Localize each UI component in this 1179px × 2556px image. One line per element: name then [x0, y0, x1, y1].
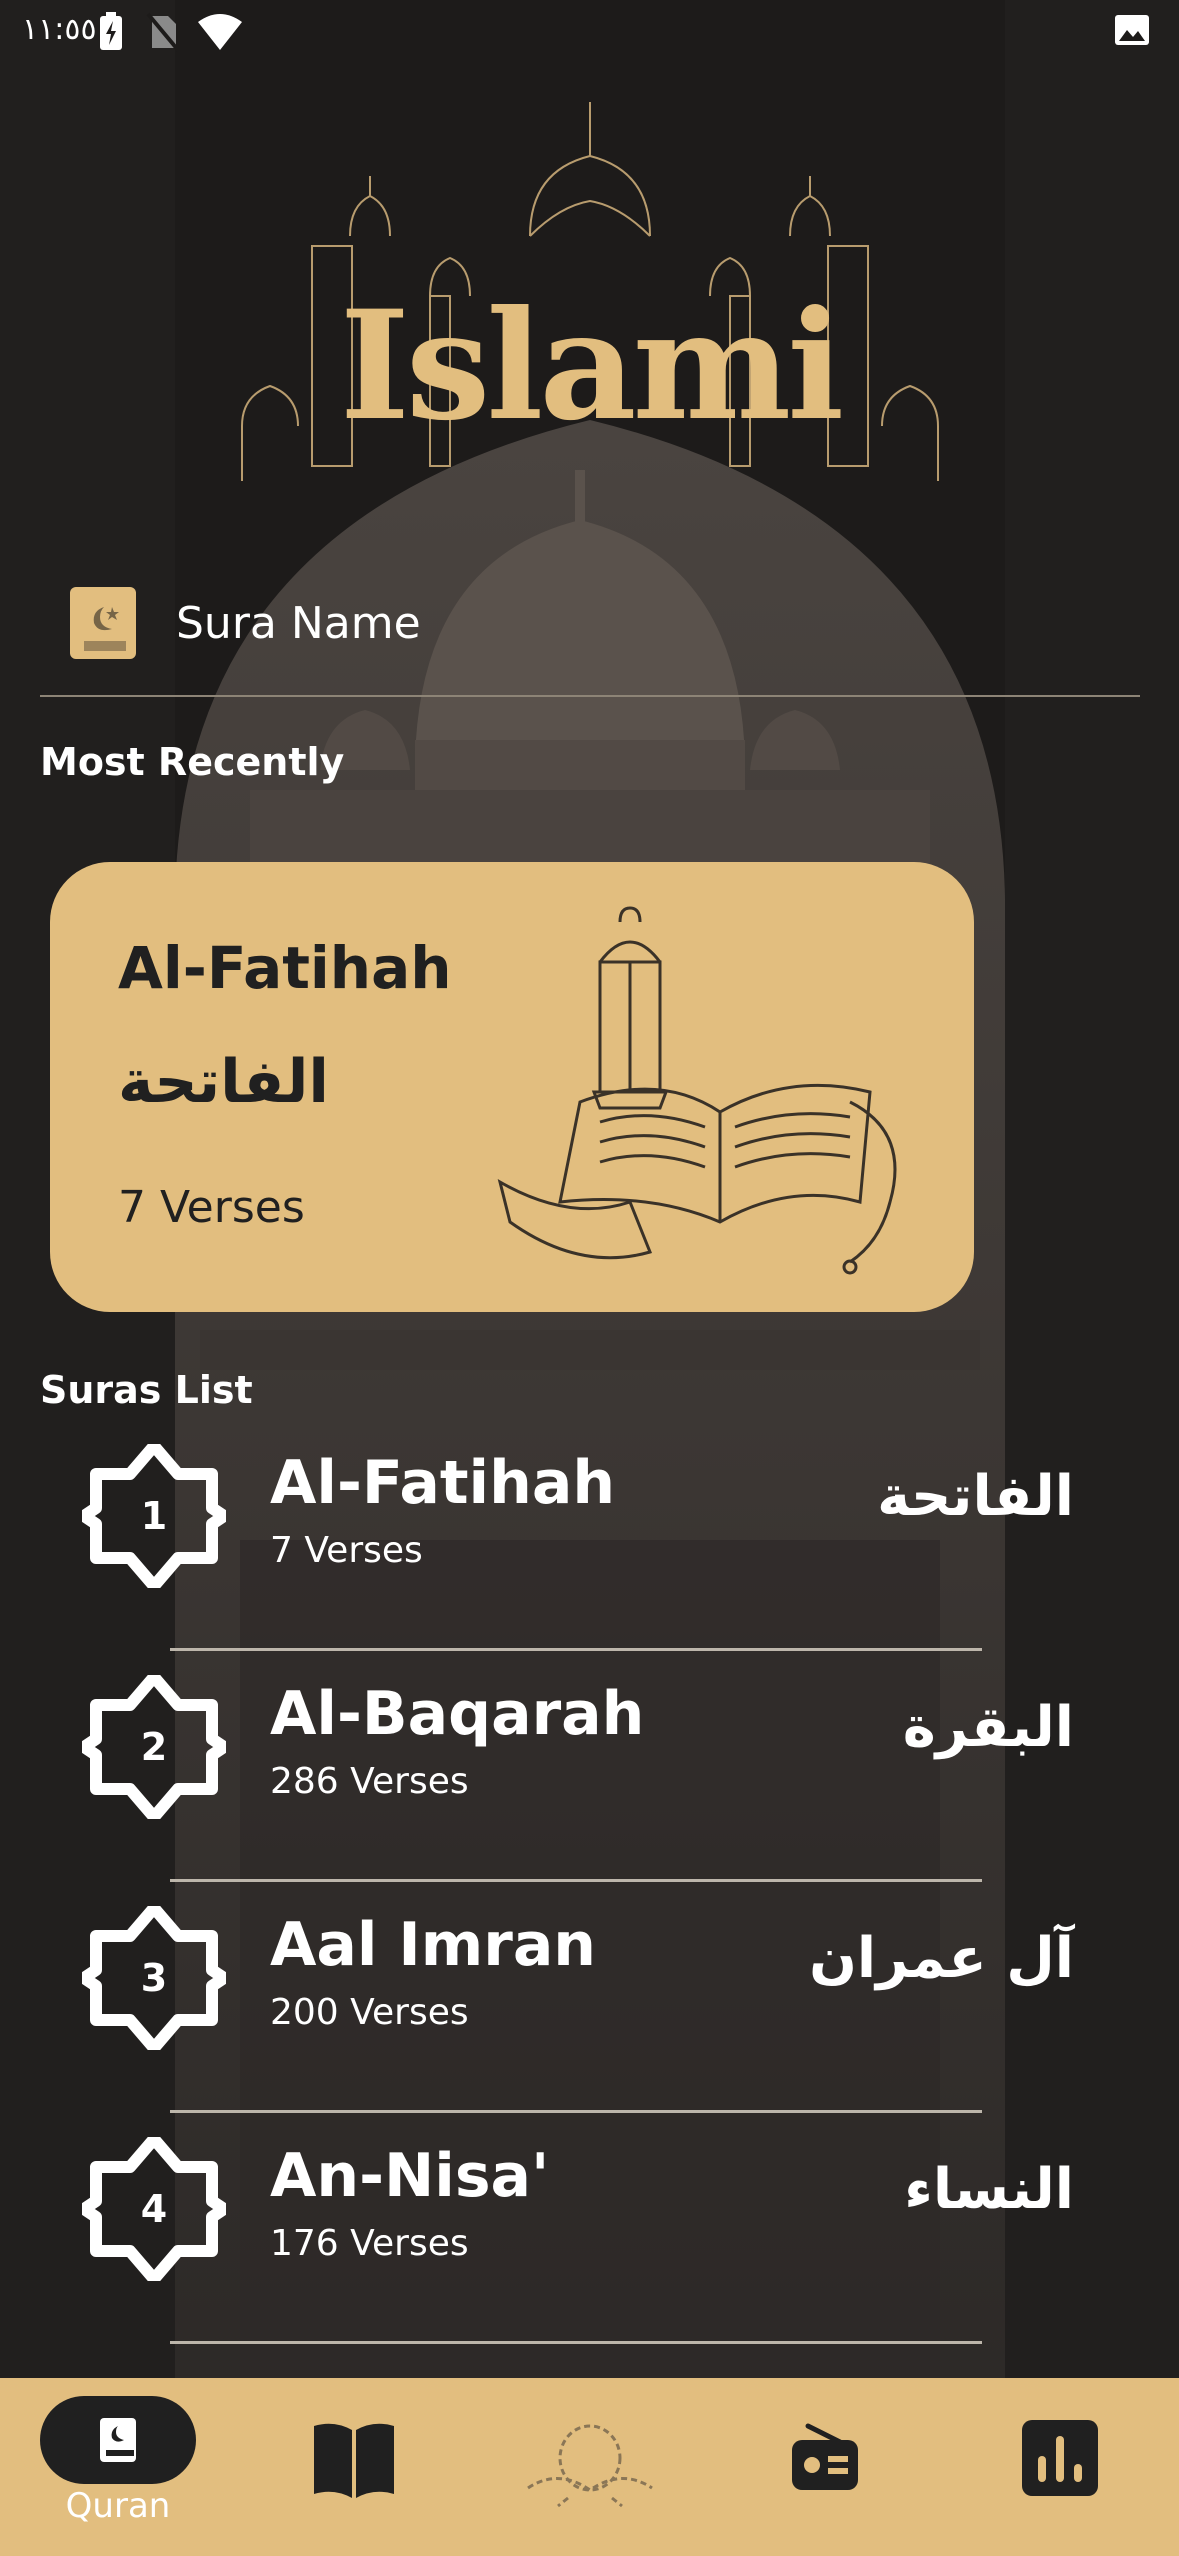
- sura-list-item[interactable]: 2 Al-Baqarah 286 Verses البقرة: [0, 1651, 1179, 1883]
- divider: [170, 2341, 982, 2344]
- recent-sura-name-en: Al-Fatihah: [118, 934, 452, 1002]
- quran-icon: [100, 2418, 136, 2462]
- book-icon: [314, 2423, 394, 2498]
- no-sim-icon: [146, 12, 180, 52]
- image-notification-icon: [1115, 15, 1149, 45]
- stats-icon: [1022, 2420, 1098, 2496]
- sura-list-item[interactable]: 3 Aal Imran 200 Verses آل عمران: [0, 1882, 1179, 2114]
- sura-name-en: Al-Fatihah: [270, 1448, 616, 1518]
- sura-number: 2: [140, 1725, 168, 1769]
- sebha-icon: [527, 2424, 653, 2508]
- suras-list-title: Suras List: [40, 1368, 253, 1412]
- sura-verses: 7 Verses: [270, 1530, 423, 1571]
- nav-item-time[interactable]: [944, 2378, 1179, 2556]
- battery-charging-icon: [100, 12, 122, 50]
- status-bar: ١١:٥٥: [0, 0, 1179, 68]
- nav-item-sebha[interactable]: [472, 2378, 708, 2556]
- search-bar[interactable]: [40, 575, 1140, 697]
- sura-list-item[interactable]: 4 An-Nisa' 176 Verses النساء: [0, 2113, 1179, 2345]
- logo-text: Islami: [339, 278, 845, 454]
- quran-lantern-illustration: [497, 906, 897, 1275]
- recent-sura-card[interactable]: Al-Fatihah الفاتحة 7 Verses: [50, 862, 974, 1312]
- sura-name-ar: النساء: [904, 2157, 1074, 2222]
- quran-search-icon: [70, 587, 136, 659]
- sura-list-item[interactable]: 1 Al-Fatihah 7 Verses الفاتحة: [0, 1420, 1179, 1652]
- sura-number: 4: [140, 2187, 168, 2231]
- sura-name-ar: آل عمران: [809, 1926, 1074, 1991]
- nav-item-hadith[interactable]: [236, 2378, 472, 2556]
- sura-name-en: Al-Baqarah: [270, 1679, 645, 1749]
- wifi-icon: [198, 14, 242, 50]
- nav-item-radio[interactable]: [708, 2378, 944, 2556]
- search-input[interactable]: [176, 585, 1076, 661]
- radio-icon: [792, 2423, 858, 2490]
- recent-sura-verses: 7 Verses: [118, 1182, 305, 1233]
- sura-name-en: An-Nisa': [270, 2141, 550, 2211]
- sura-name-ar: البقرة: [902, 1695, 1074, 1760]
- sura-number: 3: [140, 1956, 168, 2000]
- bottom-navigation: Quran: [0, 2378, 1179, 2556]
- sura-verses: 200 Verses: [270, 1992, 469, 2033]
- recent-sura-name-ar: الفاتحة: [118, 1047, 329, 1117]
- most-recently-title: Most Recently: [40, 740, 345, 784]
- nav-item-quran[interactable]: Quran: [0, 2378, 236, 2556]
- sura-name-ar: الفاتحة: [877, 1464, 1074, 1529]
- status-time: ١١:٥٥: [22, 12, 97, 47]
- app-logo: Islami: [230, 96, 950, 496]
- sura-number: 1: [140, 1494, 168, 1538]
- nav-label-quran: Quran: [65, 2486, 171, 2526]
- sura-verses: 176 Verses: [270, 2223, 469, 2264]
- sura-verses: 286 Verses: [270, 1761, 469, 1802]
- sura-name-en: Aal Imran: [270, 1910, 597, 1980]
